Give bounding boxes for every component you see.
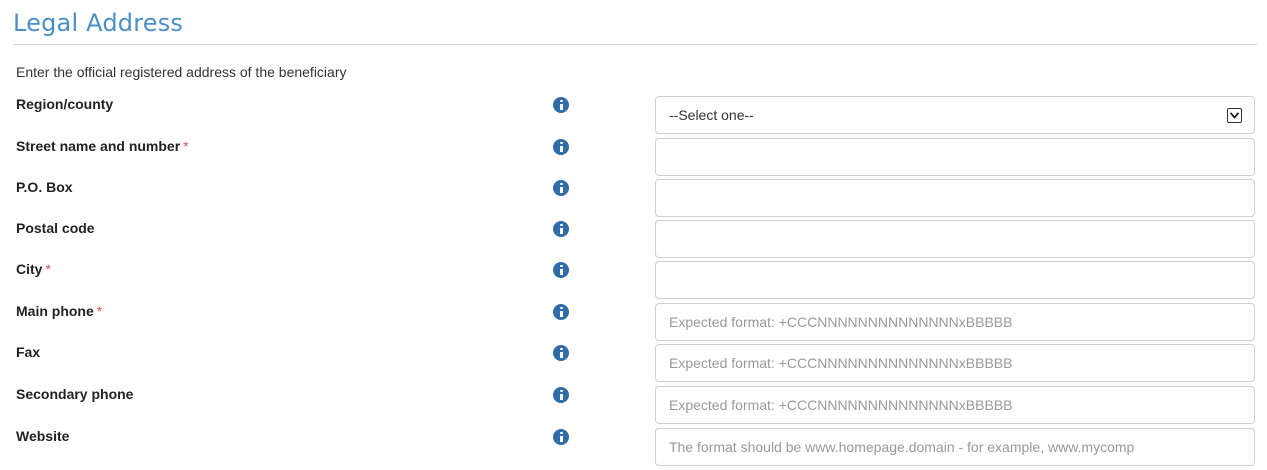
label-text: City <box>16 261 43 277</box>
info-circle-icon[interactable] <box>553 304 569 320</box>
info-circle-icon[interactable] <box>553 262 569 278</box>
label-text: Website <box>16 428 70 444</box>
label-text: P.O. Box <box>16 179 73 195</box>
form-row-secondary-phone: Secondary phone <box>13 386 1257 426</box>
form-row-region: Region/county --Select one-- <box>13 96 1257 136</box>
info-circle-icon[interactable] <box>553 387 569 403</box>
field-label-region: Region/county <box>16 96 113 112</box>
info-circle-icon[interactable] <box>553 429 569 445</box>
po-box-input[interactable] <box>655 179 1255 217</box>
secondary-phone-input[interactable] <box>655 386 1255 424</box>
field-label-secondary-phone: Secondary phone <box>16 386 133 402</box>
city-input[interactable] <box>655 261 1255 299</box>
form-row-fax: Fax <box>13 344 1257 384</box>
field-label-fax: Fax <box>16 344 40 360</box>
label-text: Region/county <box>16 96 114 112</box>
info-circle-icon[interactable] <box>553 221 569 237</box>
info-circle-icon[interactable] <box>553 180 569 196</box>
label-text: Main phone <box>16 303 94 319</box>
label-text: Street name and number <box>16 138 181 154</box>
section-title: Legal Address <box>13 9 184 37</box>
label-text: Fax <box>16 344 41 360</box>
required-marker: * <box>183 138 189 154</box>
chevron-down-icon <box>1227 108 1242 123</box>
main-phone-input[interactable] <box>655 303 1255 341</box>
field-label-street: Street name and number * <box>16 138 189 154</box>
field-label-city: City * <box>16 261 51 277</box>
field-label-po-box: P.O. Box <box>16 179 73 195</box>
field-label-main-phone: Main phone * <box>16 303 102 319</box>
website-input[interactable] <box>655 428 1255 466</box>
info-circle-icon[interactable] <box>553 139 569 155</box>
form-row-city: City * <box>13 261 1257 301</box>
form-row-street: Street name and number * <box>13 138 1257 178</box>
form-row-main-phone: Main phone * <box>13 303 1257 343</box>
label-text: Postal code <box>16 220 95 236</box>
form-row-po-box: P.O. Box <box>13 179 1257 219</box>
required-marker: * <box>45 261 51 277</box>
info-circle-icon[interactable] <box>553 97 569 113</box>
region-select[interactable]: --Select one-- <box>655 96 1255 134</box>
street-input[interactable] <box>655 138 1255 176</box>
title-divider <box>13 44 1257 45</box>
postal-code-input[interactable] <box>655 220 1255 258</box>
info-circle-icon[interactable] <box>553 345 569 361</box>
form-row-website: Website <box>13 428 1257 468</box>
label-text: Secondary phone <box>16 386 134 402</box>
section-description: Enter the official registered address of… <box>16 64 347 80</box>
region-select-value: --Select one-- <box>669 107 754 123</box>
field-label-website: Website <box>16 428 69 444</box>
fax-input[interactable] <box>655 344 1255 382</box>
field-label-postal-code: Postal code <box>16 220 95 236</box>
form-row-postal-code: Postal code <box>13 220 1257 260</box>
required-marker: * <box>96 303 103 319</box>
legal-address-section: Legal Address Enter the official registe… <box>13 0 1257 470</box>
